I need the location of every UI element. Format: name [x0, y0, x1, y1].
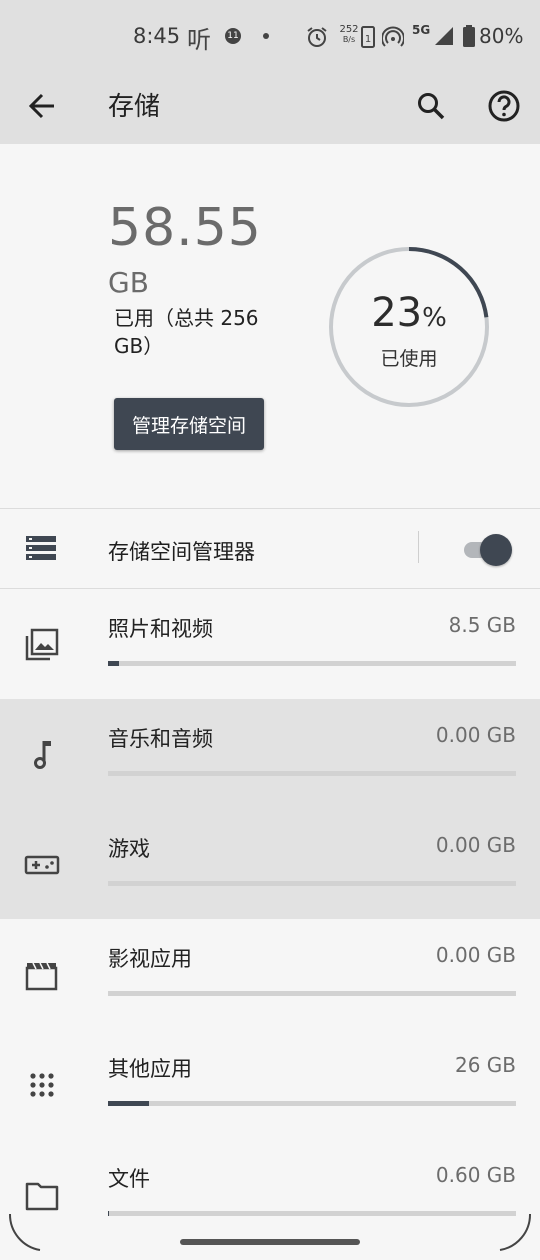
category-size: 26 GB	[454, 1053, 516, 1077]
page-title: 存储	[108, 92, 161, 122]
storage-manager-label: 存储空间管理器	[108, 540, 255, 564]
category-usage-bar	[108, 661, 516, 666]
battery-icon	[463, 25, 475, 47]
battery-percent: 80%	[479, 24, 524, 48]
network-speed: 252 B/s	[338, 25, 360, 45]
music-note-icon	[34, 741, 51, 769]
category-row-music[interactable]: 音乐和音频 0.00 GB	[0, 699, 540, 809]
storage-manager-toggle[interactable]	[462, 533, 512, 566]
photo-library-icon	[25, 628, 59, 661]
category-row-games[interactable]: 游戏 0.00 GB	[0, 809, 540, 919]
usage-percent-sign: %	[422, 303, 447, 333]
category-name: 文件	[108, 1167, 150, 1191]
used-total-text: 已用（总共 256 GB）	[114, 306, 259, 358]
app-bar: 存储	[0, 72, 540, 144]
notification-count-badge: 11	[225, 28, 241, 44]
category-name: 影视应用	[108, 947, 192, 971]
category-usage-fill	[108, 1101, 149, 1106]
category-usage-bar	[108, 1101, 516, 1106]
category-usage-bar	[108, 881, 516, 886]
hotspot-icon	[382, 26, 404, 47]
used-storage-unit: GB	[108, 266, 149, 299]
category-usage-bar	[108, 991, 516, 996]
category-name: 游戏	[108, 837, 150, 861]
category-usage-bar	[108, 771, 516, 776]
storage-summary: 58.55 GB 已用（总共 256 GB） 管理存储空间 23% 已使用	[0, 144, 540, 508]
usage-percent-value: 23	[371, 290, 423, 336]
ting-app-icon: 听	[187, 26, 211, 54]
category-row-other-apps[interactable]: 其他应用 26 GB	[0, 1029, 540, 1139]
row-separator	[418, 531, 419, 563]
alarm-icon	[307, 27, 327, 47]
screen-corner-left	[8, 1213, 41, 1251]
usage-label: 已使用	[380, 348, 438, 370]
category-row-files[interactable]: 文件 0.60 GB	[0, 1139, 540, 1249]
folder-icon	[25, 1182, 59, 1211]
category-size: 0.00 GB	[435, 943, 516, 967]
category-row-photos[interactable]: 照片和视频 8.5 GB	[0, 589, 540, 699]
category-size: 8.5 GB	[448, 613, 516, 637]
network-speed-value: 252	[339, 24, 359, 35]
usage-percent: 23%	[324, 290, 494, 336]
used-storage-value: 58.55	[108, 198, 262, 258]
category-usage-fill	[108, 1211, 109, 1216]
category-usage-fill	[108, 661, 120, 666]
help-icon[interactable]	[482, 84, 526, 128]
category-size: 0.00 GB	[435, 723, 516, 747]
category-name: 音乐和音频	[108, 727, 213, 751]
manage-storage-button[interactable]: 管理存储空间	[114, 398, 264, 450]
category-name: 照片和视频	[108, 617, 213, 641]
category-row-movies[interactable]: 影视应用 0.00 GB	[0, 919, 540, 1029]
gamepad-icon	[24, 855, 60, 875]
signal-icon	[435, 27, 453, 45]
category-size: 0.60 GB	[435, 1163, 516, 1187]
apps-grid-icon	[30, 1073, 54, 1097]
status-bar: 8:45 听 11 252 B/s 1 5G 80%	[0, 0, 540, 72]
svg-text:1: 1	[365, 34, 371, 45]
arrow-back-icon[interactable]	[20, 84, 64, 128]
screen-corner-right	[499, 1213, 532, 1251]
home-indicator[interactable]	[180, 1239, 360, 1245]
sim-card-icon: 1	[361, 26, 375, 48]
toggle-knob	[480, 534, 512, 566]
storage-list-icon	[26, 536, 56, 560]
movie-icon	[25, 962, 58, 991]
notification-dot-icon	[263, 33, 269, 39]
network-type: 5G	[412, 23, 431, 37]
storage-manager-row[interactable]: 存储空间管理器	[0, 509, 540, 589]
status-time: 8:45	[133, 24, 181, 48]
search-icon[interactable]	[409, 84, 453, 128]
category-usage-bar	[108, 1211, 516, 1216]
category-name: 其他应用	[108, 1057, 192, 1081]
network-speed-unit: B/s	[342, 35, 356, 44]
category-size: 0.00 GB	[435, 833, 516, 857]
